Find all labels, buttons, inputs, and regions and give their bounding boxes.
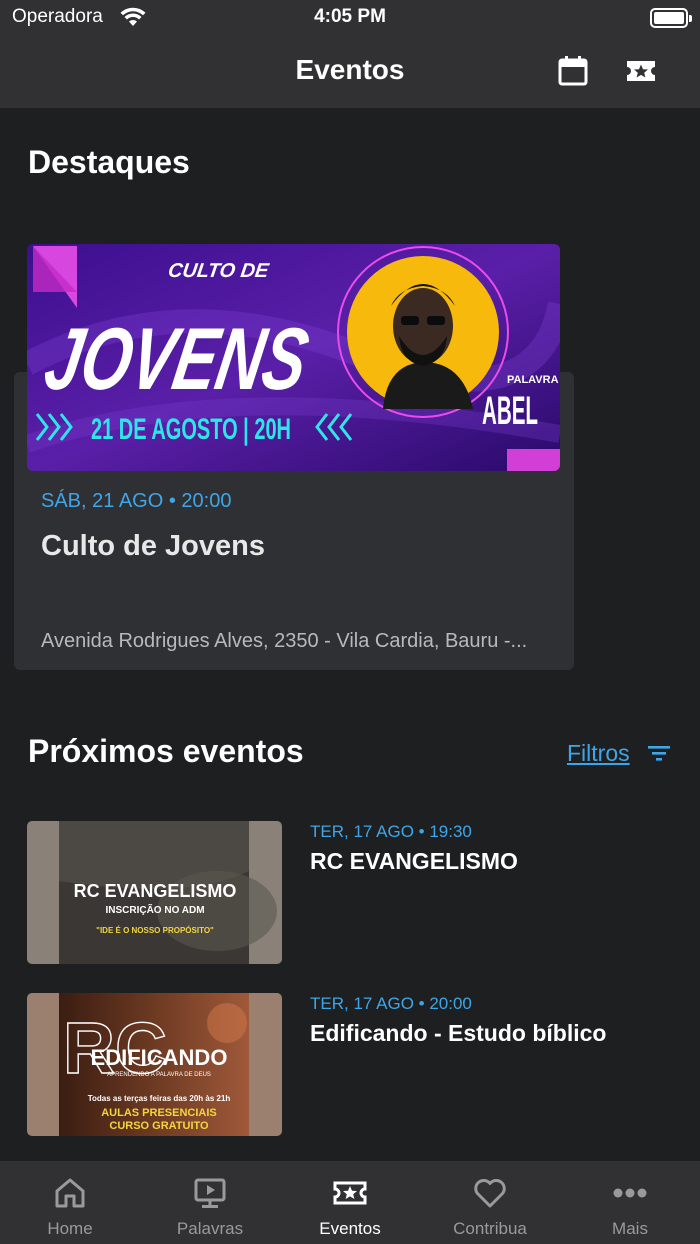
featured-event-date: SÁB, 21 AGO • 20:00 xyxy=(41,490,232,512)
highlights-section-title: Destaques xyxy=(28,144,190,180)
thumb-edificando-schedule: Todas as terças feiras das 20h às 21h xyxy=(88,1094,231,1103)
tab-palavras[interactable]: Palavras xyxy=(140,1161,280,1244)
thumb-edificando-sub: APRENDENDO A PALAVRA DE DEUS xyxy=(107,1072,211,1078)
tab-label: Palavras xyxy=(176,1219,244,1238)
banner-speaker-name: ABEL xyxy=(482,389,538,433)
tab-label: Mais xyxy=(612,1219,648,1238)
thumb-evangelismo-title: RC EVANGELISMO xyxy=(74,881,237,901)
thumb-edificando-title: EDIFICANDO xyxy=(91,1045,228,1070)
calendar-icon[interactable] xyxy=(556,54,590,88)
heart-icon xyxy=(474,1179,506,1208)
featured-event-banner[interactable]: CULTO DE JOVENS 21 DE AGOSTO | 20H PALAV… xyxy=(27,244,560,471)
event-date: TER, 17 AGO • 19:30 xyxy=(310,822,472,841)
banner-jovens: JOVENS xyxy=(38,310,315,408)
navigation-bar: Eventos xyxy=(0,36,700,108)
evangelismo-thumb-art: RC EVANGELISMO INSCRIÇÃO NO ADM "IDE É O… xyxy=(27,821,282,964)
banner-speaker-label: PALAVRA xyxy=(507,374,559,386)
ticket-star-icon xyxy=(333,1181,367,1205)
home-icon xyxy=(55,1178,85,1208)
event-title[interactable]: Edificando - Estudo bíblico xyxy=(310,1020,606,1047)
play-screen-icon xyxy=(194,1178,226,1208)
event-date: TER, 17 AGO • 20:00 xyxy=(310,994,472,1013)
event-thumbnail[interactable]: RC EVANGELISMO INSCRIÇÃO NO ADM "IDE É O… xyxy=(27,821,282,964)
thumb-edificando-classes: AULAS PRESENCIAIS xyxy=(101,1107,217,1119)
banner-date: 21 DE AGOSTO | 20H xyxy=(91,413,291,446)
tab-eventos[interactable]: Eventos xyxy=(280,1161,420,1244)
status-time: 4:05 PM xyxy=(314,6,386,27)
event-thumbnail[interactable]: RC EDIFICANDO APRENDENDO A PALAVRA DE DE… xyxy=(27,993,282,1136)
tab-label: Home xyxy=(47,1219,93,1238)
edificando-thumb-art: RC EDIFICANDO APRENDENDO A PALAVRA DE DE… xyxy=(27,993,282,1136)
tab-label: Eventos xyxy=(319,1219,381,1238)
featured-banner-art: CULTO DE JOVENS 21 DE AGOSTO | 20H PALAV… xyxy=(27,244,560,471)
battery-icon xyxy=(650,8,692,28)
filter-icon[interactable] xyxy=(646,740,672,766)
featured-event-title[interactable]: Culto de Jovens xyxy=(41,530,265,563)
event-title[interactable]: RC EVANGELISMO xyxy=(310,848,518,875)
tab-contribua[interactable]: Contribua xyxy=(420,1161,560,1244)
tab-home[interactable]: Home xyxy=(0,1161,140,1244)
filters-link[interactable]: Filtros xyxy=(567,740,630,767)
thumb-edificando-free: CURSO GRATUITO xyxy=(109,1120,209,1132)
ticket-star-icon[interactable] xyxy=(624,54,658,88)
status-bar: Operadora 4:05 PM xyxy=(0,0,700,36)
tab-bar: Home Palavras Eventos Contribua Mais xyxy=(0,1161,700,1244)
page-title: Eventos xyxy=(295,54,405,85)
thumb-evangelismo-sub: INSCRIÇÃO NO ADM xyxy=(105,903,204,916)
tab-label: Contribua xyxy=(453,1219,527,1238)
more-dots-icon xyxy=(613,1188,647,1198)
upcoming-section-title: Próximos eventos xyxy=(28,733,304,769)
featured-event-address: Avenida Rodrigues Alves, 2350 - Vila Car… xyxy=(41,630,528,652)
thumb-evangelismo-quote: "IDE É O NOSSO PROPÓSITO" xyxy=(96,926,214,935)
tab-mais[interactable]: Mais xyxy=(560,1161,700,1244)
banner-culto-de: CULTO DE xyxy=(167,260,271,282)
